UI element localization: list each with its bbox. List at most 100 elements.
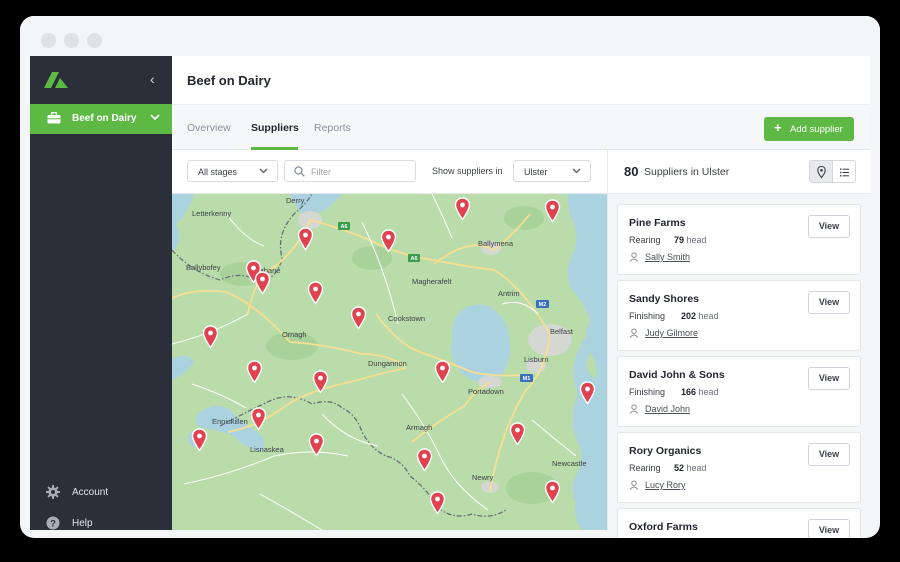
tab-reports[interactable]: Reports bbox=[314, 122, 351, 134]
place-label: Newcastle bbox=[552, 459, 587, 468]
map-view-button[interactable] bbox=[810, 161, 833, 182]
supplier-count-label: Suppliers in Ulster bbox=[644, 166, 730, 178]
supplier-stage: Rearing bbox=[629, 235, 661, 245]
map-pin-icon[interactable] bbox=[312, 370, 329, 394]
place-label: Armagh bbox=[406, 423, 432, 432]
place-label: Antrim bbox=[498, 289, 520, 298]
map-pin-icon[interactable] bbox=[254, 271, 271, 295]
page-title: Beef on Dairy bbox=[187, 73, 271, 88]
place-label: Enniskillen bbox=[212, 417, 248, 426]
search-icon bbox=[294, 166, 305, 177]
person-icon bbox=[629, 328, 639, 338]
map-pin-icon[interactable] bbox=[416, 448, 433, 472]
view-supplier-button[interactable]: View bbox=[808, 215, 850, 238]
collapse-sidebar-icon[interactable]: ‹ bbox=[150, 72, 155, 86]
supplier-name: Pine Farms bbox=[629, 217, 686, 229]
map-pin-icon[interactable] bbox=[544, 199, 561, 223]
chevron-down-icon bbox=[150, 114, 160, 121]
filter-input[interactable]: Filter bbox=[284, 160, 416, 182]
svg-text:?: ? bbox=[50, 519, 56, 530]
supplier-card[interactable]: Pine Farms Rearing 79 head Sally Smith V… bbox=[617, 204, 861, 275]
window-dot[interactable] bbox=[87, 33, 102, 48]
person-icon bbox=[629, 252, 639, 262]
supplier-card[interactable]: David John & Sons Finishing 166 head Dav… bbox=[617, 356, 861, 427]
plus-icon: + bbox=[774, 120, 782, 135]
place-label: Lisburn bbox=[524, 355, 549, 364]
chevron-down-icon bbox=[259, 168, 268, 174]
map-pin-icon[interactable] bbox=[308, 433, 325, 457]
supplier-stage: Finishing bbox=[629, 311, 666, 321]
supplier-contact-link[interactable]: Judy Gilmore bbox=[645, 328, 698, 338]
view-supplier-button[interactable]: View bbox=[808, 519, 850, 538]
stage-select[interactable]: All stages bbox=[187, 160, 278, 182]
place-label: Magherafelt bbox=[412, 277, 453, 286]
map-pin-icon[interactable] bbox=[434, 360, 451, 384]
main-content: Beef on Dairy Overview Suppliers Reports… bbox=[172, 56, 871, 538]
supplier-card[interactable]: Oxford Farms View bbox=[617, 508, 861, 538]
list-icon bbox=[840, 168, 850, 177]
supplier-heads: 52 head bbox=[674, 463, 707, 473]
suppliers-map[interactable]: A6 A6 M2 M1 Derry Letterkenny Ballybofey… bbox=[172, 194, 607, 530]
supplier-card[interactable]: Rory Organics Rearing 52 head Lucy Rory … bbox=[617, 432, 861, 503]
map-pin-icon[interactable] bbox=[307, 281, 324, 305]
map-pin-icon[interactable] bbox=[380, 229, 397, 253]
map-pin-icon bbox=[817, 165, 826, 179]
map-pin-icon[interactable] bbox=[429, 491, 446, 515]
sidebar-item-beef-on-dairy[interactable]: Beef on Dairy bbox=[30, 104, 172, 134]
supplier-count: 80 bbox=[624, 164, 639, 179]
road-label: A6 bbox=[410, 256, 417, 262]
supplier-contact-link[interactable]: Sally Smith bbox=[645, 252, 690, 262]
supplier-name: Rory Organics bbox=[629, 445, 702, 457]
map-pin-icon[interactable] bbox=[544, 480, 561, 504]
tab-overview[interactable]: Overview bbox=[187, 122, 231, 134]
help-icon: ? bbox=[46, 516, 60, 530]
road-label: M2 bbox=[539, 302, 547, 308]
map-pin-icon[interactable] bbox=[297, 227, 314, 251]
map-pin-icon[interactable] bbox=[579, 381, 596, 405]
view-supplier-button[interactable]: View bbox=[808, 291, 850, 314]
place-label: Ballymena bbox=[478, 239, 514, 248]
supplier-contact-link[interactable]: David John bbox=[645, 404, 690, 414]
suppliers-panel: 80 Suppliers in Ulster Pine Farms Rearin… bbox=[607, 150, 871, 538]
supplier-card[interactable]: Sandy Shores Finishing 202 head Judy Gil… bbox=[617, 280, 861, 351]
supplier-name: Oxford Farms bbox=[629, 521, 698, 533]
map-pin-icon[interactable] bbox=[250, 407, 267, 431]
logo-icon[interactable] bbox=[44, 72, 70, 88]
sidebar-item-label: Beef on Dairy bbox=[72, 113, 137, 124]
supplier-name: David John & Sons bbox=[629, 369, 725, 381]
map-pin-icon[interactable] bbox=[191, 428, 208, 452]
place-label: Letterkenny bbox=[192, 209, 231, 218]
map-pin-icon[interactable] bbox=[202, 325, 219, 349]
sidebar-item-label: Help bbox=[72, 518, 93, 529]
tab-bar: Overview Suppliers Reports + Add supplie… bbox=[172, 104, 870, 150]
tab-suppliers[interactable]: Suppliers bbox=[251, 122, 299, 134]
place-label: Newry bbox=[472, 473, 494, 482]
sidebar: ‹ Beef on Dairy Account ? Help bbox=[30, 56, 172, 530]
map-pin-icon[interactable] bbox=[350, 306, 367, 330]
briefcase-icon bbox=[47, 112, 61, 124]
view-supplier-button[interactable]: View bbox=[808, 443, 850, 466]
region-select[interactable]: Ulster bbox=[513, 160, 591, 182]
map-pin-icon[interactable] bbox=[509, 422, 526, 446]
place-label: Derry bbox=[286, 196, 305, 205]
person-icon bbox=[629, 404, 639, 414]
app-window: ‹ Beef on Dairy Account ? Help Beef on D… bbox=[20, 16, 880, 538]
window-dot[interactable] bbox=[41, 33, 56, 48]
window-titlebar bbox=[20, 16, 880, 56]
map-pin-icon[interactable] bbox=[454, 197, 471, 221]
supplier-stage: Finishing bbox=[629, 387, 666, 397]
supplier-heads: 202 head bbox=[681, 311, 719, 321]
road-label: M1 bbox=[523, 376, 531, 382]
add-supplier-button[interactable]: + Add supplier bbox=[764, 117, 854, 141]
road-label: A6 bbox=[340, 224, 347, 230]
view-supplier-button[interactable]: View bbox=[808, 367, 850, 390]
gear-icon bbox=[46, 485, 60, 499]
map-pin-icon[interactable] bbox=[246, 360, 263, 384]
window-dot[interactable] bbox=[64, 33, 79, 48]
place-label: Dungannon bbox=[368, 359, 407, 368]
supplier-stage: Rearing bbox=[629, 463, 661, 473]
list-view-button[interactable] bbox=[833, 161, 855, 182]
sidebar-item-label: Account bbox=[72, 487, 109, 498]
supplier-contact-link[interactable]: Lucy Rory bbox=[645, 480, 686, 490]
place-label: Ballybofey bbox=[186, 263, 221, 272]
